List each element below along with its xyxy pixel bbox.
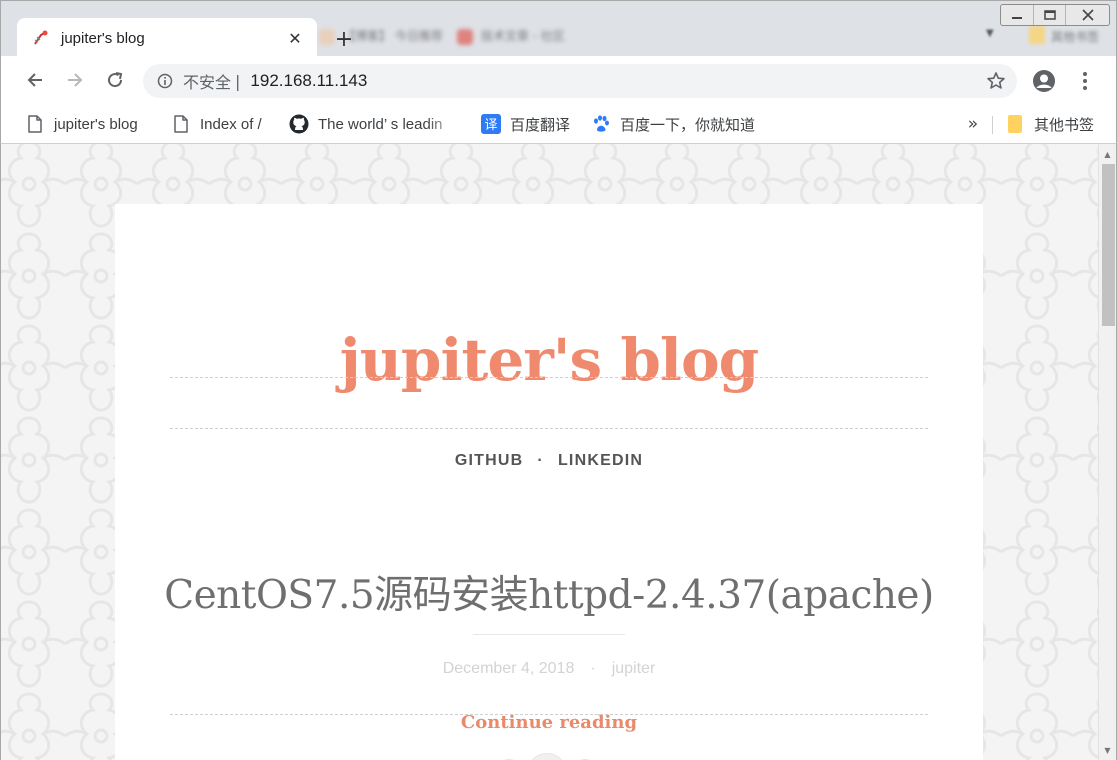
baidu-translate-icon: 译 <box>481 114 501 134</box>
other-bookmarks-label: 其他书签 <box>1034 116 1095 134</box>
bookmark-star-icon[interactable] <box>985 70 1007 92</box>
vertical-scrollbar[interactable]: ▲ ▼ <box>1098 144 1116 760</box>
profile-avatar-icon[interactable] <box>1031 68 1057 94</box>
github-icon <box>289 114 309 134</box>
post-bottom-divider <box>170 714 928 715</box>
other-bookmarks-folder[interactable]: 其他书签 <box>1005 113 1105 135</box>
bookmarks-overflow-button[interactable]: » <box>963 113 983 135</box>
blog-content-card: jupiter's blog GITHUB · LINKEDIN CentOS7.5… <box>115 204 983 760</box>
continue-reading-link[interactable]: Continue reading <box>115 712 983 733</box>
bookmark-label: Index of / <box>200 115 262 133</box>
browser-toolbar: 不安全 | 192.168.11.143 <box>0 56 1117 104</box>
post-share-ornament <box>495 753 605 760</box>
bookmarks-bar: jupiter's blog Index of / The world’ s l… <box>0 104 1117 144</box>
ornament-center-icon <box>527 753 567 760</box>
bookmark-label: 百度翻译 <box>510 116 571 134</box>
tab-title: jupiter's blog <box>61 29 145 47</box>
blog-title[interactable]: jupiter's blog <box>115 326 983 394</box>
post-date: December 4, 2018 <box>442 660 575 677</box>
page-viewport: jupiter's blog GITHUB · LINKEDIN CentOS7.5… <box>0 144 1117 760</box>
back-button[interactable] <box>21 66 49 94</box>
site-nav: GITHUB · LINKEDIN <box>115 452 983 470</box>
svg-text:译: 译 <box>484 118 497 133</box>
nav-separator: · <box>537 452 544 469</box>
bookmark-item[interactable]: 译 百度翻译 <box>481 113 581 135</box>
nav-top-divider <box>170 377 928 378</box>
new-tab-button[interactable]: + <box>331 26 357 52</box>
bookmark-item[interactable]: jupiter's blog <box>25 113 155 135</box>
nav-link-linkedin[interactable]: LINKEDIN <box>558 452 643 470</box>
background-folder-icon <box>1029 26 1045 44</box>
background-tab: 技术文章 - 社区 <box>456 27 565 45</box>
site-info-icon[interactable] <box>157 73 173 89</box>
bookmarks-divider <box>992 116 993 134</box>
scroll-down-arrow-icon[interactable]: ▼ <box>1099 742 1116 758</box>
nav-link-github[interactable]: GITHUB <box>455 452 524 470</box>
browser-titlebar: 【博客】 今日推荐 技术文章 - 社区 jupiter's blog ✕ + ▼… <box>0 0 1117 58</box>
background-folder-label: 其他书签 <box>1051 30 1100 44</box>
scrollbar-thumb[interactable] <box>1102 164 1115 326</box>
post-title-underline <box>473 634 625 635</box>
tab-strip-arrow-icon[interactable]: ▼ <box>986 28 994 39</box>
bookmark-label: jupiter's blog <box>54 115 138 133</box>
minimize-button[interactable] <box>1001 5 1033 25</box>
post-author[interactable]: jupiter <box>612 660 656 677</box>
bookmark-item[interactable]: Index of / <box>171 113 281 135</box>
address-bar[interactable]: 不安全 | 192.168.11.143 <box>143 64 1017 98</box>
folder-icon <box>1005 114 1025 134</box>
security-status-label[interactable]: 不安全 <box>183 69 231 93</box>
scroll-up-arrow-icon[interactable]: ▲ <box>1099 146 1116 162</box>
post-meta: December 4, 2018 · jupiter <box>115 660 983 678</box>
active-tab[interactable]: jupiter's blog ✕ <box>17 18 317 58</box>
baidu-paw-icon <box>591 114 611 134</box>
site-favicon-icon <box>31 28 51 48</box>
page-icon <box>25 114 45 134</box>
post-title[interactable]: CentOS7.5源码安装httpd-2.4.37(apache) <box>115 564 983 620</box>
browser-menu-icon[interactable] <box>1073 68 1097 94</box>
bookmark-item[interactable]: The world’ s leadin <box>289 113 461 135</box>
close-window-button[interactable] <box>1065 5 1109 25</box>
url-text[interactable]: 192.168.11.143 <box>250 71 985 91</box>
window-controls <box>1000 4 1110 26</box>
tab-close-icon[interactable]: ✕ <box>285 28 305 48</box>
meta-separator: · <box>590 660 596 677</box>
forward-button[interactable] <box>61 66 89 94</box>
nav-bottom-divider <box>170 428 928 429</box>
bookmark-label: 百度一下，你就知道 <box>620 116 756 134</box>
omnibox-separator: | <box>235 71 241 91</box>
reload-button[interactable] <box>101 66 129 94</box>
bookmark-item[interactable]: 百度一下，你就知道 <box>591 113 766 135</box>
maximize-button[interactable] <box>1033 5 1065 25</box>
bookmark-label: The world’ s leadin <box>318 115 443 133</box>
page-icon <box>171 114 191 134</box>
